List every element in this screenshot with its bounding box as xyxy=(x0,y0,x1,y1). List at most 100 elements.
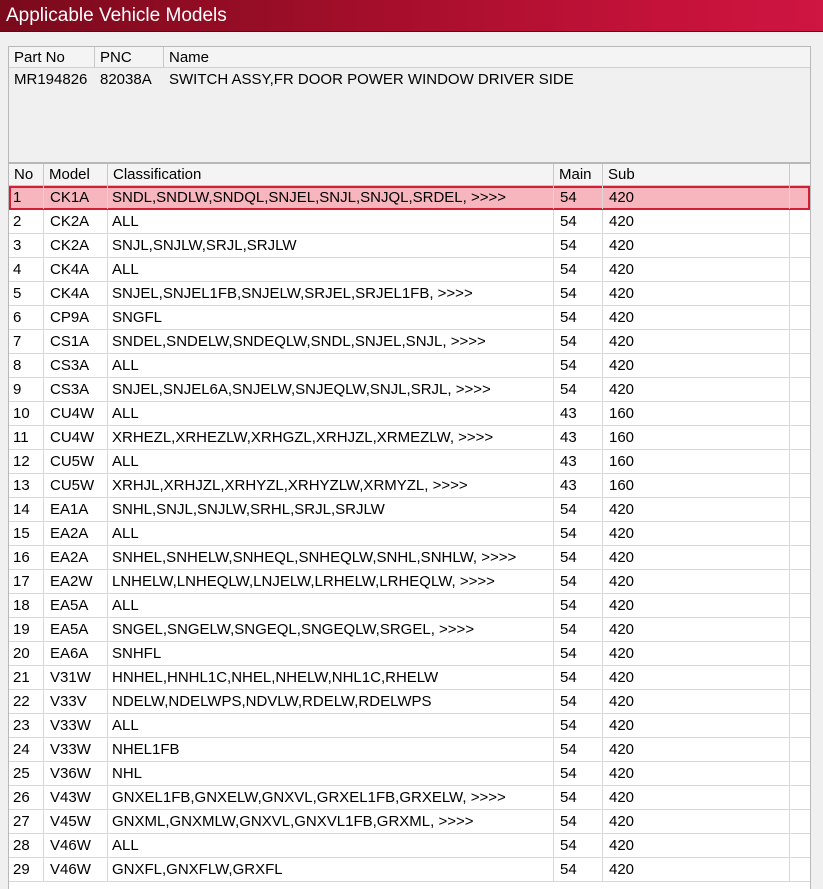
model-cell: CU4W xyxy=(44,402,108,425)
table-row[interactable]: 17 EA2W LNHELW,LNHEQLW,LNJELW,LRHELW,LRHEQ… xyxy=(9,570,810,594)
row-number: 28 xyxy=(9,834,44,857)
pnc-value[interactable]: 82038A xyxy=(95,70,164,90)
table-row[interactable]: 7 CS1A SNDEL,SNDELW,SNDEQLW,SNDL,SNJEL,SNJ… xyxy=(9,330,810,354)
filler-cell xyxy=(790,546,810,569)
model-cell: EA5A xyxy=(44,594,108,617)
table-row[interactable]: 20 EA6A SNHFL 54 420 xyxy=(9,642,810,666)
table-row[interactable]: 4 CK4A ALL 54 420 xyxy=(9,258,810,282)
filler-cell xyxy=(790,666,810,689)
filler-cell xyxy=(790,810,810,833)
model-cell: V46W xyxy=(44,834,108,857)
column-header-part-no[interactable]: Part No xyxy=(9,47,95,68)
table-row[interactable]: 18 EA5A ALL 54 420 xyxy=(9,594,810,618)
table-row[interactable]: 2 CK2A ALL 54 420 xyxy=(9,210,810,234)
table-row[interactable]: 5 CK4A SNJEL,SNJEL1FB,SNJELW,SRJEL,SRJEL1F… xyxy=(9,282,810,306)
model-cell: EA2A xyxy=(44,546,108,569)
classification-cell: SNGEL,SNGELW,SNGEQL,SNGEQLW,SRGEL, >>>> xyxy=(108,618,554,641)
column-header-sub[interactable]: Sub xyxy=(603,164,790,186)
column-header-pnc[interactable]: PNC xyxy=(95,47,164,68)
sub-cell: 420 xyxy=(603,330,790,353)
table-row[interactable]: 13 CU5W XRHJL,XRHJZL,XRHYZL,XRHYZLW,XRMYZL… xyxy=(9,474,810,498)
column-header-no[interactable]: No xyxy=(9,164,44,186)
classification-cell: ALL xyxy=(108,354,554,377)
model-cell: V33W xyxy=(44,714,108,737)
filler-cell xyxy=(790,426,810,449)
table-row[interactable]: 10 CU4W ALL 43 160 xyxy=(9,402,810,426)
model-cell: CK2A xyxy=(44,234,108,257)
sub-cell: 420 xyxy=(603,810,790,833)
row-number: 27 xyxy=(9,810,44,833)
main-cell: 54 xyxy=(554,858,603,881)
table-row[interactable]: 14 EA1A SNHL,SNJL,SNJLW,SRHL,SRJL,SRJLW 54 4… xyxy=(9,498,810,522)
table-row[interactable]: 26 V43W GNXEL1FB,GNXELW,GNXVL,GRXEL1FB,GRX… xyxy=(9,786,810,810)
table-row[interactable]: 8 CS3A ALL 54 420 xyxy=(9,354,810,378)
row-number: 2 xyxy=(9,210,44,233)
sub-cell: 420 xyxy=(603,786,790,809)
model-cell: V33W xyxy=(44,738,108,761)
table-row[interactable]: 16 EA2A SNHEL,SNHELW,SNHEQL,SNHEQLW,SNHL,S… xyxy=(9,546,810,570)
sub-cell: 160 xyxy=(603,402,790,425)
main-cell: 54 xyxy=(554,738,603,761)
classification-cell: NHL xyxy=(108,762,554,785)
table-row[interactable]: 12 CU5W ALL 43 160 xyxy=(9,450,810,474)
classification-cell: NHEL1FB xyxy=(108,738,554,761)
row-number: 15 xyxy=(9,522,44,545)
classification-cell: SNJL,SNJLW,SRJL,SRJLW xyxy=(108,234,554,257)
main-cell: 54 xyxy=(554,354,603,377)
table-row[interactable]: 23 V33W ALL 54 420 xyxy=(9,714,810,738)
classification-cell: XRHJL,XRHJZL,XRHYZL,XRHYZLW,XRMYZL, >>>> xyxy=(108,474,554,497)
sub-cell: 420 xyxy=(603,306,790,329)
table-row[interactable]: 28 V46W ALL 54 420 xyxy=(9,834,810,858)
column-header-name[interactable]: Name xyxy=(164,47,811,68)
table-row[interactable]: 3 CK2A SNJL,SNJLW,SRJL,SRJLW 54 420 xyxy=(9,234,810,258)
sub-cell: 160 xyxy=(603,426,790,449)
row-number: 4 xyxy=(9,258,44,281)
main-cell: 54 xyxy=(554,642,603,665)
filler-cell xyxy=(790,714,810,737)
model-cell: EA1A xyxy=(44,498,108,521)
table-row[interactable]: 25 V36W NHL 54 420 xyxy=(9,762,810,786)
classification-cell: XRHEZL,XRHEZLW,XRHGZL,XRHJZL,XRMEZLW, >>… xyxy=(108,426,554,449)
table-row[interactable]: 6 CP9A SNGFL 54 420 xyxy=(9,306,810,330)
classification-cell: SNDEL,SNDELW,SNDEQLW,SNDL,SNJEL,SNJL, >>… xyxy=(108,330,554,353)
part-name-value[interactable]: SWITCH ASSY,FR DOOR POWER WINDOW DRIVER … xyxy=(164,70,804,90)
filler-cell xyxy=(790,786,810,809)
model-cell: CU4W xyxy=(44,426,108,449)
table-row[interactable]: 27 V45W GNXML,GNXMLW,GNXVL,GNXVL1FB,GRXML,… xyxy=(9,810,810,834)
main-cell: 54 xyxy=(554,570,603,593)
model-cell: CS3A xyxy=(44,378,108,401)
table-row[interactable]: 9 CS3A SNJEL,SNJEL6A,SNJELW,SNJEQLW,SNJL,S… xyxy=(9,378,810,402)
classification-cell: GNXFL,GNXFLW,GRXFL xyxy=(108,858,554,881)
sub-cell: 420 xyxy=(603,858,790,881)
filler-cell xyxy=(790,282,810,305)
table-row[interactable]: 22 V33V NDELW,NDELWPS,NDVLW,RDELW,RDELWPS 5… xyxy=(9,690,810,714)
classification-cell: SNDL,SNDLW,SNDQL,SNJEL,SNJL,SNJQL,SRDEL,… xyxy=(108,186,554,209)
filler-cell xyxy=(790,642,810,665)
table-row[interactable]: 1 CK1A SNDL,SNDLW,SNDQL,SNJEL,SNJL,SNJQL,S… xyxy=(9,186,810,210)
column-header-model[interactable]: Model xyxy=(44,164,108,186)
table-row[interactable]: 21 V31W HNHEL,HNHL1C,NHEL,NHELW,NHL1C,RHEL… xyxy=(9,666,810,690)
part-no-value[interactable]: MR194826 xyxy=(9,70,95,90)
table-row[interactable]: 29 V46W GNXFL,GNXFLW,GRXFL 54 420 xyxy=(9,858,810,882)
table-row[interactable]: 15 EA2A ALL 54 420 xyxy=(9,522,810,546)
column-header-classification[interactable]: Classification xyxy=(108,164,554,186)
table-row[interactable]: 24 V33W NHEL1FB 54 420 xyxy=(9,738,810,762)
main-cell: 54 xyxy=(554,714,603,737)
sub-cell: 420 xyxy=(603,762,790,785)
column-header-main[interactable]: Main xyxy=(554,164,603,186)
classification-cell: SNJEL,SNJEL1FB,SNJELW,SRJEL,SRJEL1FB, >>… xyxy=(108,282,554,305)
main-cell: 54 xyxy=(554,666,603,689)
row-number: 10 xyxy=(9,402,44,425)
sub-cell: 420 xyxy=(603,834,790,857)
model-cell: V31W xyxy=(44,666,108,689)
table-row[interactable]: 11 CU4W XRHEZL,XRHEZLW,XRHGZL,XRHJZL,XRMEZ… xyxy=(9,426,810,450)
row-number: 29 xyxy=(9,858,44,881)
classification-cell: SNJEL,SNJEL6A,SNJELW,SNJEQLW,SNJL,SRJL, … xyxy=(108,378,554,401)
table-row[interactable]: 19 EA5A SNGEL,SNGELW,SNGEQL,SNGEQLW,SRGEL,… xyxy=(9,618,810,642)
window-title: Applicable Vehicle Models xyxy=(6,5,227,26)
filler-cell xyxy=(790,762,810,785)
model-cell: V36W xyxy=(44,762,108,785)
title-bar[interactable]: Applicable Vehicle Models xyxy=(0,0,823,32)
main-cell: 54 xyxy=(554,810,603,833)
main-cell: 43 xyxy=(554,402,603,425)
